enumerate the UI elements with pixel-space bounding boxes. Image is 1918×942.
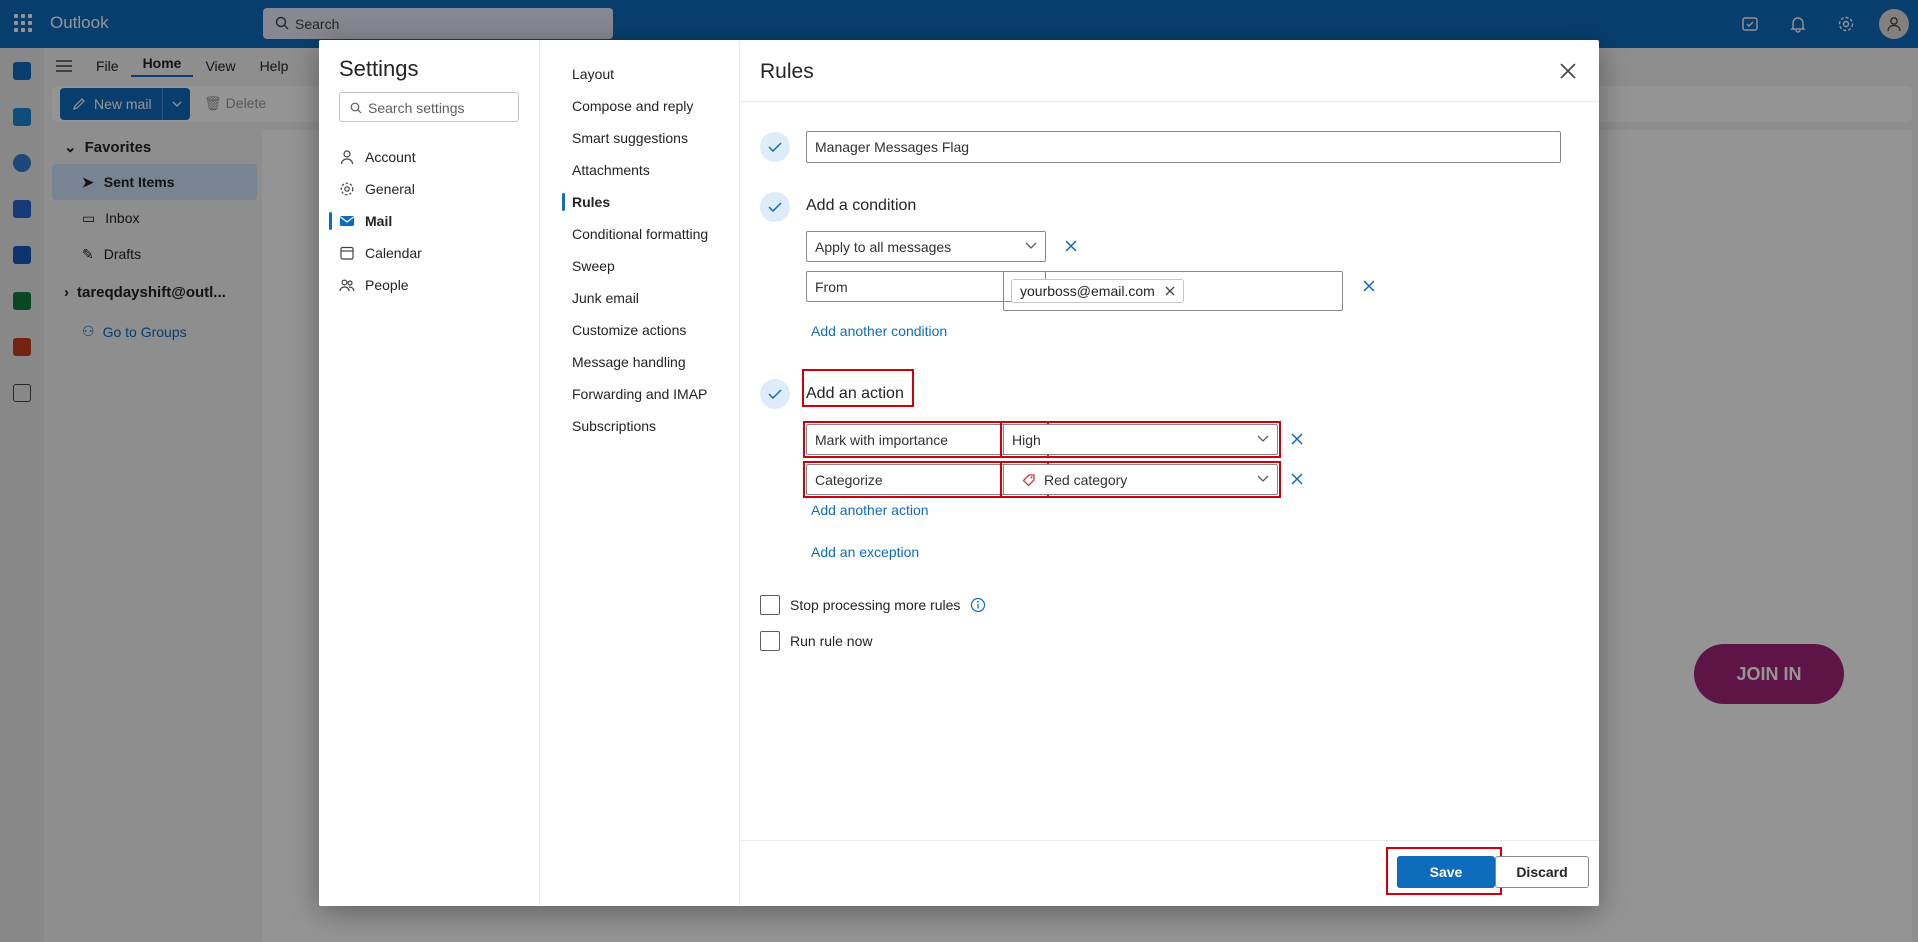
mail-icon xyxy=(340,216,354,226)
remove-chip-icon[interactable] xyxy=(1165,286,1175,296)
subnav-sweep[interactable]: Sweep xyxy=(540,250,740,282)
stop-processing-checkbox[interactable] xyxy=(760,595,780,615)
settings-search-placeholder: Search settings xyxy=(368,100,465,116)
settings-nav-mail[interactable]: Mail xyxy=(319,205,540,237)
step-check-icon xyxy=(760,379,790,409)
step-check-icon xyxy=(760,192,790,222)
action-heading: Add an action xyxy=(806,385,904,402)
subnav-attachments[interactable]: Attachments xyxy=(540,154,740,186)
subnav-conditional-formatting[interactable]: Conditional formatting xyxy=(540,218,740,250)
chevron-down-icon xyxy=(1257,435,1269,442)
add-another-action-link[interactable]: Add another action xyxy=(811,502,929,518)
save-button[interactable]: Save xyxy=(1397,856,1495,888)
search-icon xyxy=(350,102,362,114)
close-icon xyxy=(1065,240,1077,252)
add-another-condition-link[interactable]: Add another condition xyxy=(811,323,947,339)
settings-nav-label: Mail xyxy=(365,213,393,229)
stop-processing-label: Stop processing more rules xyxy=(790,597,961,613)
calendar-icon xyxy=(340,246,354,260)
subnav-layout[interactable]: Layout xyxy=(540,58,740,90)
subnav-junk-email[interactable]: Junk email xyxy=(540,282,740,314)
stop-processing-checkbox-row[interactable]: Stop processing more rules xyxy=(760,595,986,615)
action-1-value: Mark with importance xyxy=(815,431,949,448)
subnav-compose-and-reply[interactable]: Compose and reply xyxy=(540,90,740,122)
rules-editor: Rules Manager Messages Flag Add a condit… xyxy=(740,40,1599,906)
settings-nav-label: Calendar xyxy=(365,245,422,261)
settings-title: Settings xyxy=(339,56,419,81)
subnav-message-handling[interactable]: Message handling xyxy=(540,346,740,378)
remove-action-1-button[interactable] xyxy=(1286,428,1308,450)
rules-title: Rules xyxy=(760,60,814,83)
person-icon xyxy=(340,150,354,165)
chevron-down-icon xyxy=(1025,242,1037,249)
mail-settings-list: Layout Compose and reply Smart suggestio… xyxy=(540,58,740,442)
chevron-down-icon xyxy=(1257,475,1269,482)
category-value: Red category xyxy=(1044,471,1128,488)
importance-value: High xyxy=(1012,431,1041,448)
add-exception-link[interactable]: Add an exception xyxy=(811,544,919,560)
run-rule-now-label: Run rule now xyxy=(790,633,873,649)
condition-heading: Add a condition xyxy=(806,197,917,214)
remove-condition-1-button[interactable] xyxy=(1060,235,1082,257)
condition-2-value: From xyxy=(815,278,848,295)
settings-nav: Settings Search settings Account General… xyxy=(319,40,540,906)
step-check-icon xyxy=(760,132,790,162)
subnav-smart-suggestions[interactable]: Smart suggestions xyxy=(540,122,740,154)
from-address-input[interactable]: yourboss@email.com xyxy=(1003,271,1343,311)
rule-name-input[interactable]: Manager Messages Flag xyxy=(806,131,1561,163)
subnav-rules[interactable]: Rules xyxy=(540,186,740,218)
subnav-subscriptions[interactable]: Subscriptions xyxy=(540,410,740,442)
people-icon xyxy=(339,279,355,292)
close-icon xyxy=(1363,280,1375,292)
settings-nav-label: Account xyxy=(365,149,416,165)
run-rule-now-checkbox[interactable] xyxy=(760,631,780,651)
settings-nav-calendar[interactable]: Calendar xyxy=(319,237,540,269)
settings-dialog: Settings Search settings Account General… xyxy=(319,40,1599,906)
settings-nav-label: People xyxy=(365,277,409,293)
mail-settings-subnav: Layout Compose and reply Smart suggestio… xyxy=(540,40,740,906)
discard-button[interactable]: Discard xyxy=(1495,856,1589,888)
close-icon xyxy=(1291,433,1303,445)
settings-search-input[interactable]: Search settings xyxy=(339,92,519,122)
header-divider xyxy=(740,101,1599,102)
settings-nav-account[interactable]: Account xyxy=(319,141,540,173)
footer-divider xyxy=(740,840,1599,841)
category-dropdown[interactable]: Red category xyxy=(1003,464,1278,495)
email-chip: yourboss@email.com xyxy=(1011,279,1184,303)
info-icon[interactable] xyxy=(970,597,986,613)
remove-condition-2-button[interactable] xyxy=(1358,275,1380,297)
run-rule-now-checkbox-row[interactable]: Run rule now xyxy=(760,631,873,651)
settings-nav-label: General xyxy=(365,181,415,197)
close-icon xyxy=(1560,63,1576,79)
close-button[interactable] xyxy=(1553,56,1583,86)
settings-nav-list: Account General Mail Calendar People xyxy=(319,141,540,301)
importance-dropdown[interactable]: High xyxy=(1003,424,1278,455)
gear-icon xyxy=(340,182,354,196)
settings-nav-people[interactable]: People xyxy=(319,269,540,301)
action-2-value: Categorize xyxy=(815,471,883,488)
subnav-customize-actions[interactable]: Customize actions xyxy=(540,314,740,346)
settings-nav-general[interactable]: General xyxy=(319,173,540,205)
tag-icon xyxy=(1022,473,1035,486)
email-chip-label: yourboss@email.com xyxy=(1020,283,1155,299)
subnav-forwarding-and-imap[interactable]: Forwarding and IMAP xyxy=(540,378,740,410)
condition-1-dropdown[interactable]: Apply to all messages xyxy=(806,231,1046,262)
remove-action-2-button[interactable] xyxy=(1286,468,1308,490)
condition-1-value: Apply to all messages xyxy=(815,238,952,255)
close-icon xyxy=(1291,473,1303,485)
